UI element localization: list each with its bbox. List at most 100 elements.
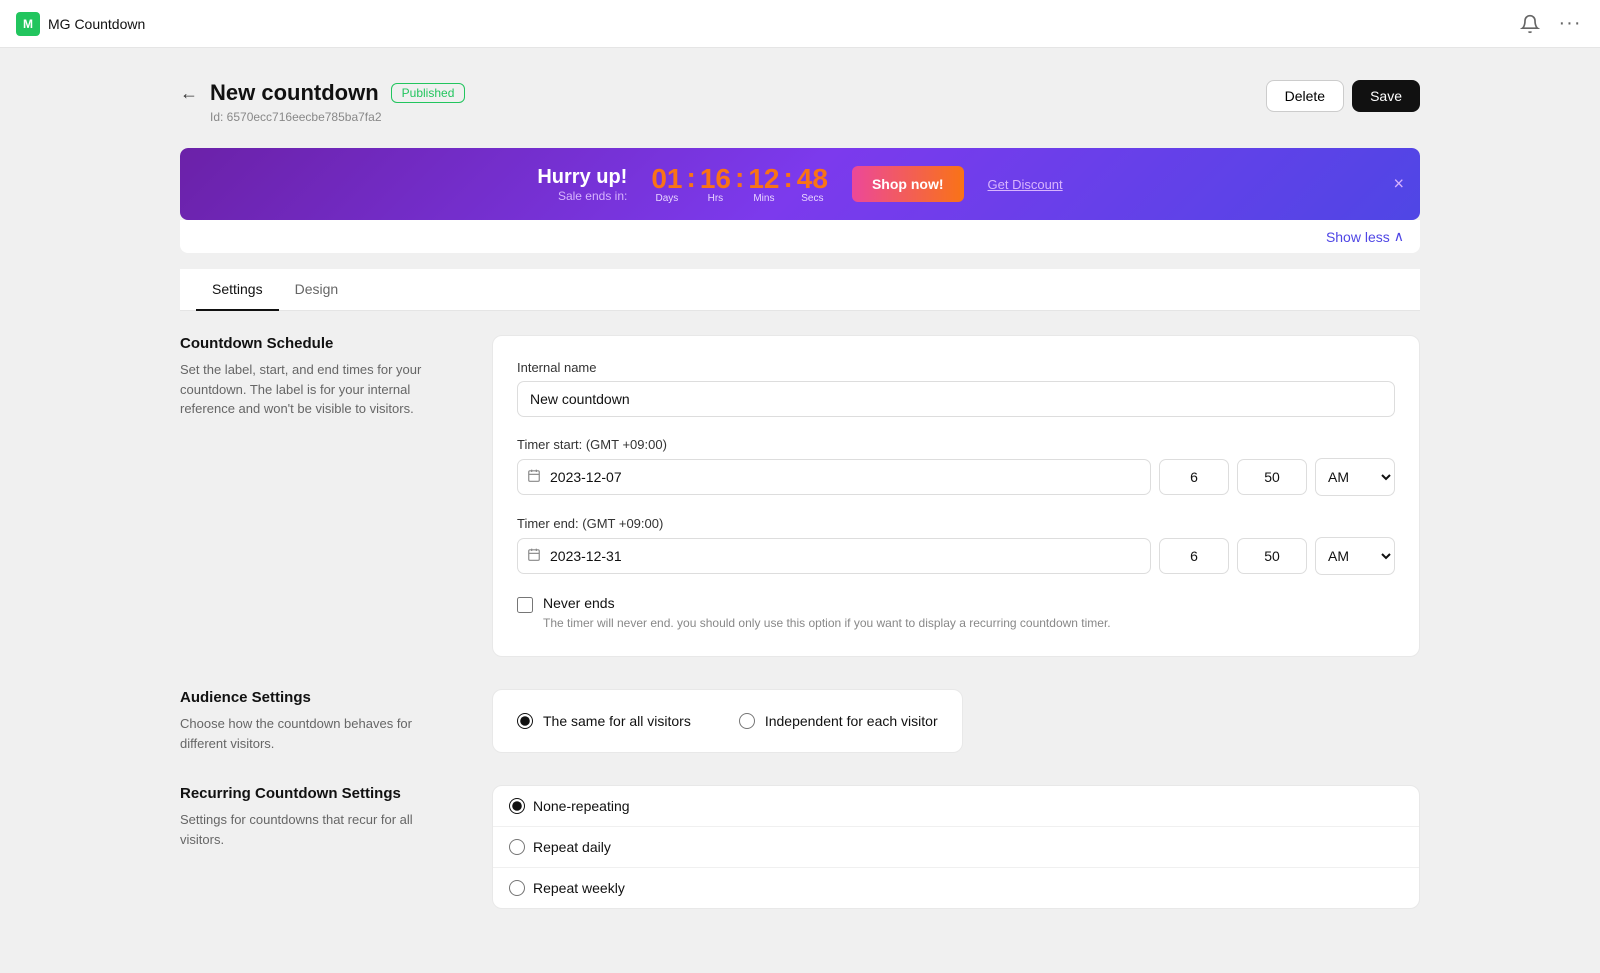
page-title-row: ← New countdown Published [180,80,465,106]
audience-settings-title: Audience Settings [180,689,460,706]
app-icon: M [16,12,40,36]
sep1: : [685,164,698,192]
countdown-mins: 12 Mins [748,165,779,204]
timer-start-ampm-select[interactable]: AM PM [1315,458,1395,496]
audience-settings-card: The same for all visitors Independent fo… [492,689,963,753]
close-banner-icon[interactable]: × [1393,174,1404,195]
more-icon[interactable]: ··· [1556,10,1584,38]
timer-end-date-input[interactable] [517,538,1151,574]
show-less-button[interactable]: Show less ∧ [1326,228,1404,245]
countdown-schedule-card: Internal name Timer start: (GMT +09:00) [492,335,1420,657]
audience-all-radio[interactable] [517,713,533,729]
timer-start-hour-input[interactable] [1159,459,1229,495]
countdown-schedule-desc: Set the label, start, and end times for … [180,360,460,419]
recurring-daily-label[interactable]: Repeat daily [533,839,611,855]
recurring-settings-title: Recurring Countdown Settings [180,785,460,802]
days-label: Days [651,193,682,204]
page-header-left: ← New countdown Published Id: 6570ecc716… [180,80,465,124]
tab-settings[interactable]: Settings [196,269,279,311]
recurring-daily-radio[interactable] [509,839,525,855]
published-badge: Published [391,83,466,103]
secs-value: 48 [797,165,828,193]
app-name: MG Countdown [48,16,145,32]
timer-start-date-wrap [517,459,1151,495]
chevron-up-icon: ∧ [1394,228,1404,245]
countdown-schedule-section: Countdown Schedule Set the label, start,… [180,335,1420,657]
recurring-none-label[interactable]: None-repeating [533,798,630,814]
never-ends-desc: The timer will never end. you should onl… [543,614,1111,632]
countdown-days: 01 Days [651,165,682,204]
recurring-settings-card: None-repeating Repeat daily Repeat weekl… [492,785,1420,909]
calendar-icon-end [527,548,541,565]
timer-start-row: AM PM [517,458,1395,496]
timer-end-group: Timer end: (GMT +09:00) AM PM [517,516,1395,575]
shop-now-button[interactable]: Shop now! [852,166,964,202]
timer-end-hour-input[interactable] [1159,538,1229,574]
timer-end-date-wrap [517,538,1151,574]
back-button[interactable]: ← [180,84,198,102]
countdown-display: 01 Days : 16 Hrs : 12 Mins : 48 [651,164,828,204]
mins-label: Mins [748,193,779,204]
audience-all-label[interactable]: The same for all visitors [543,713,691,729]
preview-wrapper: Hurry up! Sale ends in: 01 Days : 16 Hrs… [180,148,1420,220]
never-ends-checkbox[interactable] [517,597,533,613]
audience-independent-row[interactable]: Independent for each visitor [739,713,938,729]
recurring-settings-left: Recurring Countdown Settings Settings fo… [180,785,460,909]
recurring-none-radio[interactable] [509,798,525,814]
secs-label: Secs [797,193,828,204]
main-content: ← New countdown Published Id: 6570ecc716… [100,48,1500,973]
internal-name-group: Internal name [517,360,1395,417]
audience-settings-content: Audience Settings Choose how the countdo… [180,689,1420,753]
banner-text-left: Hurry up! Sale ends in: [537,166,627,203]
never-ends-text: Never ends The timer will never end. you… [543,595,1111,632]
hurry-up-text: Hurry up! [537,166,627,189]
countdown-hrs: 16 Hrs [700,165,731,204]
internal-name-label: Internal name [517,360,1395,375]
countdown-secs: 48 Secs [797,165,828,204]
days-value: 01 [651,165,682,193]
timer-end-ampm-select[interactable]: AM PM [1315,537,1395,575]
recurring-settings-section: Recurring Countdown Settings Settings fo… [180,785,1420,909]
recurring-weekly-label[interactable]: Repeat weekly [533,880,625,896]
hrs-label: Hrs [700,193,731,204]
timer-end-row: AM PM [517,537,1395,575]
timer-start-group: Timer start: (GMT +09:00) AM PM [517,437,1395,496]
mins-value: 12 [748,165,779,193]
recurring-weekly-row[interactable]: Repeat weekly [493,867,1419,908]
preview-banner: Hurry up! Sale ends in: 01 Days : 16 Hrs… [180,148,1420,220]
app-icon-letter: M [23,17,33,31]
recurring-weekly-radio[interactable] [509,880,525,896]
get-discount-link[interactable]: Get Discount [988,177,1063,192]
timer-start-date-input[interactable] [517,459,1151,495]
never-ends-row: Never ends The timer will never end. you… [517,595,1395,632]
sale-ends-text: Sale ends in: [537,189,627,203]
countdown-schedule-title: Countdown Schedule [180,335,460,352]
topbar-right: ··· [1516,10,1584,38]
tab-design[interactable]: Design [279,269,355,311]
countdown-schedule-content: Countdown Schedule Set the label, start,… [180,335,1420,657]
audience-independent-radio[interactable] [739,713,755,729]
timer-end-min-input[interactable] [1237,538,1307,574]
timer-end-label: Timer end: (GMT +09:00) [517,516,1395,531]
recurring-settings-content: Recurring Countdown Settings Settings fo… [180,785,1420,909]
save-button[interactable]: Save [1352,80,1420,112]
timer-start-min-input[interactable] [1237,459,1307,495]
topbar: M MG Countdown ··· [0,0,1600,48]
delete-button[interactable]: Delete [1266,80,1344,112]
header-buttons: Delete Save [1266,80,1420,112]
bell-icon[interactable] [1516,10,1544,38]
countdown-schedule-left: Countdown Schedule Set the label, start,… [180,335,460,657]
internal-name-input[interactable] [517,381,1395,417]
audience-settings-left: Audience Settings Choose how the countdo… [180,689,460,753]
page-id: Id: 6570ecc716eecbe785ba7fa2 [180,110,465,124]
tabs-row: Settings Design [180,269,1420,311]
audience-settings-desc: Choose how the countdown behaves for dif… [180,714,460,753]
recurring-daily-row[interactable]: Repeat daily [493,826,1419,867]
never-ends-label[interactable]: Never ends [543,595,615,611]
recurring-none-row[interactable]: None-repeating [493,786,1419,826]
audience-all-row[interactable]: The same for all visitors [517,713,691,729]
show-less-bar: Show less ∧ [180,220,1420,253]
recurring-settings-desc: Settings for countdowns that recur for a… [180,810,460,849]
sep2: : [733,164,746,192]
audience-independent-label[interactable]: Independent for each visitor [765,713,938,729]
